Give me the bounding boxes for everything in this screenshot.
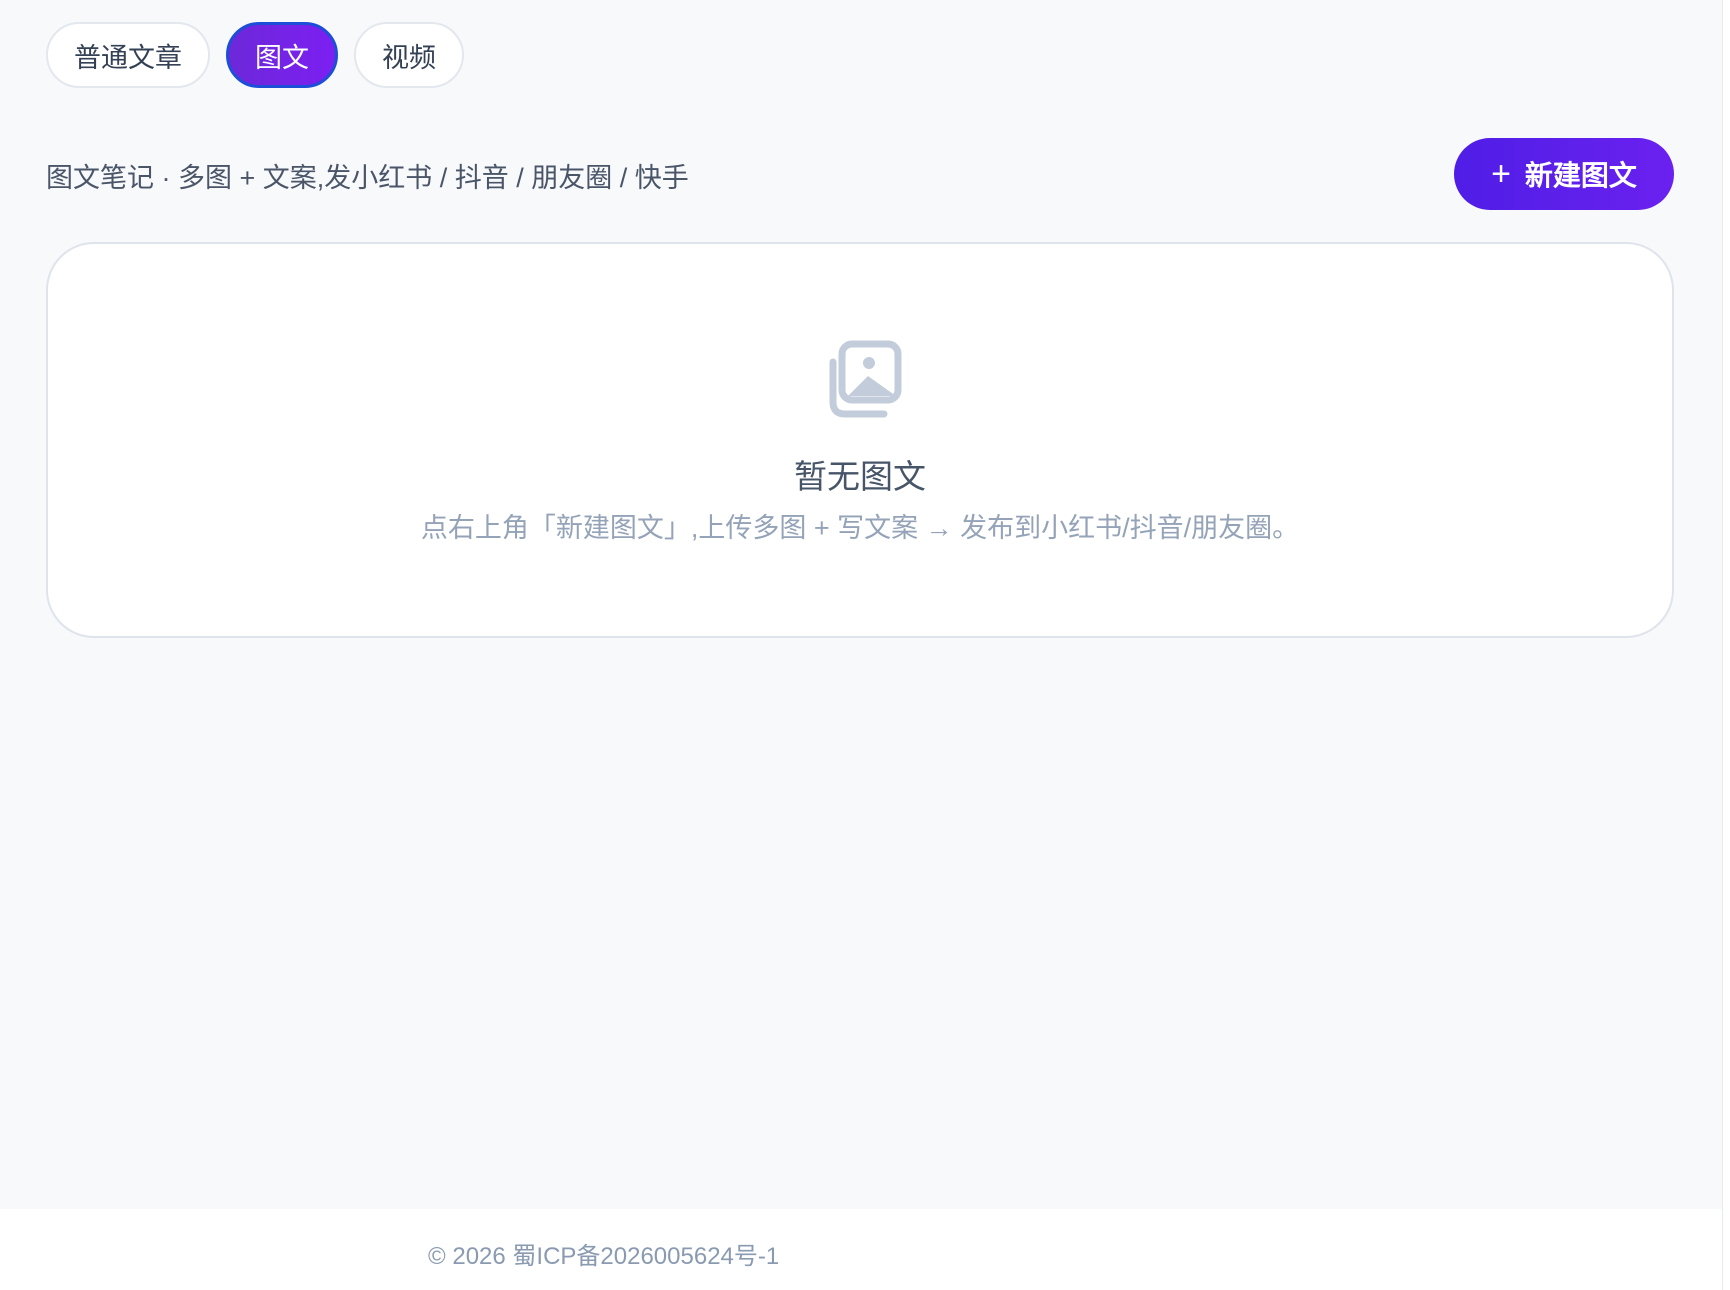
images-icon	[829, 340, 902, 418]
footer-icp-text: © 2026 蜀ICP备2026005624号-1	[428, 1243, 780, 1270]
tab-video[interactable]: 视频	[354, 22, 464, 88]
empty-state-title: 暂无图文	[794, 458, 926, 495]
empty-state-card: 暂无图文 点右上角「新建图文」,上传多图 + 写文案 → 发布到小红书/抖音/朋…	[46, 242, 1674, 638]
empty-state-description: 点右上角「新建图文」,上传多图 + 写文案 → 发布到小红书/抖音/朋友圈。	[420, 513, 1300, 543]
plus-icon: +	[1491, 155, 1511, 193]
right-scrollbar-edge	[1722, 0, 1730, 1290]
new-image-text-button-label: 新建图文	[1524, 160, 1637, 191]
new-image-text-button[interactable]: + 新建图文	[1454, 138, 1674, 210]
tab-image-text[interactable]: 图文	[226, 22, 338, 88]
section-subtitle: 图文笔记 · 多图 + 文案,发小红书 / 抖音 / 朋友圈 / 快手	[46, 163, 689, 193]
tab-article[interactable]: 普通文章	[46, 22, 210, 88]
page-background: 普通文章 图文 视频 图文笔记 · 多图 + 文案,发小红书 / 抖音 / 朋友…	[0, 0, 1722, 1209]
content-type-tabs: 普通文章 图文 视频	[46, 22, 464, 88]
